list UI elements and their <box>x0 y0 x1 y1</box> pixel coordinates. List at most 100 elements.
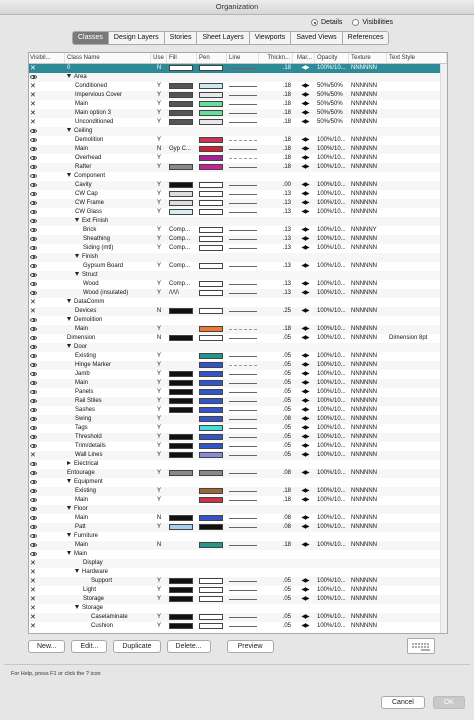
texture-cell[interactable]: NNNNNN <box>349 388 387 397</box>
visibility-cell[interactable] <box>29 280 41 289</box>
marker-cell[interactable]: ◀▶ <box>293 487 315 496</box>
visibility-gray-cell[interactable] <box>41 226 53 235</box>
table-row[interactable]: Sashes Y .05 ◀▶ 100%/10... NNNNNN <box>29 406 447 415</box>
visibility-cell[interactable] <box>29 190 41 199</box>
thickness-cell[interactable] <box>259 505 293 514</box>
fill-cell[interactable] <box>167 271 197 280</box>
texture-cell[interactable]: NNNNNN <box>349 163 387 172</box>
fill-cell[interactable] <box>167 91 197 100</box>
texture-cell[interactable]: NNNNNN <box>349 325 387 334</box>
pen-cell[interactable] <box>197 271 227 280</box>
visibility-grayed-cell[interactable] <box>53 577 65 586</box>
line-cell[interactable] <box>227 541 259 550</box>
visibility-cell[interactable]: ✕ <box>29 595 41 604</box>
visibility-cell[interactable] <box>29 253 41 262</box>
line-cell[interactable] <box>227 613 259 622</box>
line-cell[interactable] <box>227 82 259 91</box>
opacity-cell[interactable]: 100%/10... <box>315 145 349 154</box>
table-row[interactable]: Panels Y .05 ◀▶ 100%/10... NNNNNN <box>29 388 447 397</box>
table-row[interactable]: Entourage Y .08 ◀▶ 100%/10... NNNNNN <box>29 469 447 478</box>
visibility-cell[interactable]: ✕ <box>29 109 41 118</box>
fill-cell[interactable] <box>167 541 197 550</box>
visibility-cell[interactable] <box>29 262 41 271</box>
table-row[interactable]: Main N .08 ◀▶ 100%/10... NNNNNN <box>29 514 447 523</box>
thickness-cell[interactable]: .18 <box>259 109 293 118</box>
opacity-cell[interactable]: 100%/10... <box>315 451 349 460</box>
opacity-cell[interactable]: 100%/10... <box>315 334 349 343</box>
fill-cell[interactable] <box>167 136 197 145</box>
fill-cell[interactable] <box>167 460 197 469</box>
text-style-cell[interactable] <box>387 172 447 181</box>
pen-cell[interactable] <box>197 136 227 145</box>
visibility-cell[interactable] <box>29 460 41 469</box>
text-style-cell[interactable] <box>387 100 447 109</box>
thickness-cell[interactable] <box>259 172 293 181</box>
line-cell[interactable] <box>227 514 259 523</box>
fill-cell[interactable] <box>167 604 197 613</box>
visibility-grayed-cell[interactable] <box>53 136 65 145</box>
marker-cell[interactable]: ◀▶ <box>293 154 315 163</box>
line-cell[interactable] <box>227 343 259 352</box>
fill-cell[interactable] <box>167 487 197 496</box>
table-row[interactable]: Tags Y .05 ◀▶ 100%/10... NNNNNN <box>29 424 447 433</box>
opacity-cell[interactable]: 100%/10... <box>315 541 349 550</box>
fill-cell[interactable] <box>167 523 197 532</box>
fill-cell[interactable] <box>167 379 197 388</box>
thickness-cell[interactable]: .08 <box>259 415 293 424</box>
visibility-grayed-cell[interactable] <box>53 118 65 127</box>
fill-cell[interactable] <box>167 298 197 307</box>
marker-cell[interactable]: ◀▶ <box>293 307 315 316</box>
visibility-cell[interactable] <box>29 469 41 478</box>
table-row[interactable]: ✕ Impervious Cover Y .18 ◀▶ 50%/50% NNNNNN <box>29 91 447 100</box>
line-cell[interactable] <box>227 334 259 343</box>
visibility-grayed-cell[interactable] <box>53 82 65 91</box>
pen-cell[interactable] <box>197 505 227 514</box>
line-cell[interactable] <box>227 253 259 262</box>
pen-cell[interactable] <box>197 568 227 577</box>
visibility-gray-cell[interactable] <box>41 199 53 208</box>
opacity-cell[interactable]: 50%/50% <box>315 82 349 91</box>
opacity-cell[interactable]: 100%/10... <box>315 586 349 595</box>
table-row[interactable]: ✕ Unconditioned Y .18 ◀▶ 50%/50% NNNNNN <box>29 118 447 127</box>
marker-cell[interactable]: ◀▶ <box>293 523 315 532</box>
visibility-cell[interactable] <box>29 478 41 487</box>
radio-details-dot[interactable] <box>311 19 318 26</box>
marker-cell[interactable] <box>293 532 315 541</box>
text-style-cell[interactable] <box>387 298 447 307</box>
visibility-gray-cell[interactable] <box>41 271 53 280</box>
texture-cell[interactable]: NNNNNN <box>349 334 387 343</box>
opacity-cell[interactable]: 100%/10... <box>315 163 349 172</box>
opacity-cell[interactable]: 100%/10... <box>315 190 349 199</box>
fill-cell[interactable] <box>167 478 197 487</box>
marker-cell[interactable] <box>293 505 315 514</box>
pen-cell[interactable] <box>197 217 227 226</box>
line-cell[interactable] <box>227 181 259 190</box>
visibility-cell[interactable]: ✕ <box>29 118 41 127</box>
fill-cell[interactable] <box>167 181 197 190</box>
pen-cell[interactable] <box>197 451 227 460</box>
visibility-cell[interactable] <box>29 163 41 172</box>
opacity-cell[interactable]: 100%/10... <box>315 64 349 73</box>
line-cell[interactable] <box>227 406 259 415</box>
visibility-gray-cell[interactable] <box>41 163 53 172</box>
opacity-cell[interactable]: 100%/10... <box>315 136 349 145</box>
visibility-gray-cell[interactable] <box>41 154 53 163</box>
fill-cell[interactable] <box>167 388 197 397</box>
fill-cell[interactable] <box>167 424 197 433</box>
marker-cell[interactable] <box>293 253 315 262</box>
marker-cell[interactable]: ◀▶ <box>293 541 315 550</box>
visibility-cell[interactable] <box>29 352 41 361</box>
texture-cell[interactable]: NNNNNN <box>349 136 387 145</box>
line-cell[interactable] <box>227 352 259 361</box>
visibility-grayed-cell[interactable] <box>53 289 65 298</box>
visibility-gray-cell[interactable] <box>41 541 53 550</box>
thickness-cell[interactable]: .05 <box>259 397 293 406</box>
thickness-cell[interactable]: .05 <box>259 622 293 631</box>
thickness-cell[interactable]: .18 <box>259 118 293 127</box>
texture-cell[interactable]: NNNNNN <box>349 379 387 388</box>
visibility-gray-cell[interactable] <box>41 379 53 388</box>
pen-cell[interactable] <box>197 469 227 478</box>
thickness-cell[interactable]: .08 <box>259 523 293 532</box>
visibility-grayed-cell[interactable] <box>53 379 65 388</box>
visibility-grayed-cell[interactable] <box>53 352 65 361</box>
